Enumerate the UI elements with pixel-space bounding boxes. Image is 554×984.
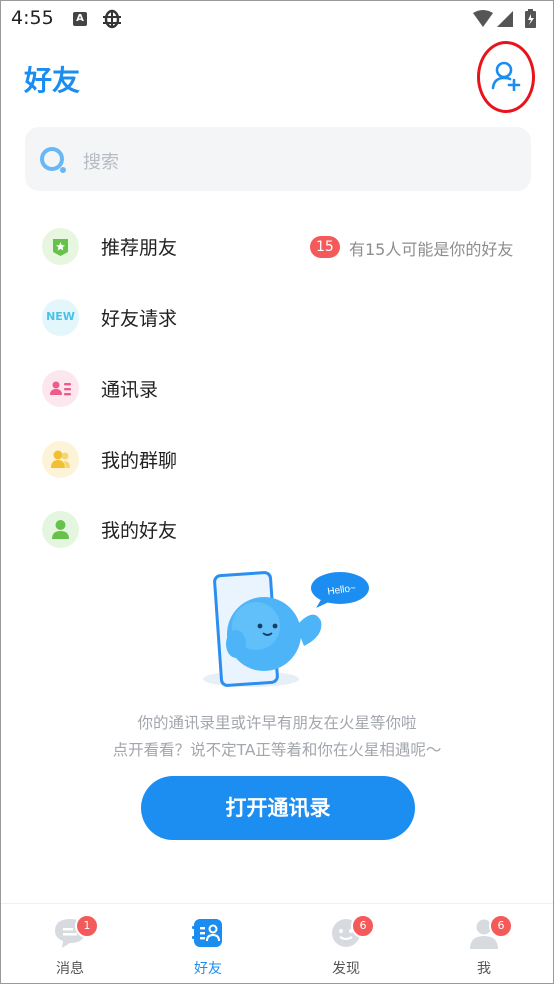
cell-signal-icon	[497, 11, 513, 27]
friends-icon	[192, 919, 222, 947]
menu-item-my-friends[interactable]: 我的好友	[1, 498, 553, 560]
messages-badge: 1	[75, 914, 99, 938]
star-shield-icon	[42, 228, 79, 265]
menu-item-friend-requests[interactable]: NEW 好友请求	[1, 286, 553, 348]
notification-a-icon: A	[73, 12, 87, 26]
highlight-circle	[477, 41, 535, 113]
battery-charging-icon	[525, 9, 536, 28]
menu-item-group-chats[interactable]: 我的群聊	[1, 428, 553, 490]
menu-item-label: 我的好友	[101, 520, 178, 542]
page-header: 好友	[1, 39, 553, 119]
tab-label: 我	[477, 961, 491, 977]
recommend-count-badge: 15	[310, 236, 340, 258]
status-time: 4:55	[11, 7, 54, 29]
contact-card-icon	[42, 370, 79, 407]
search-icon	[40, 147, 66, 173]
tab-me[interactable]: 6 我	[415, 904, 553, 983]
bug-icon	[101, 6, 123, 35]
new-tag-text: NEW	[46, 310, 75, 323]
app-screen: 4:55 A 好友 搜索 推荐朋友 15 有15人可能是你的好友 NEW 好友请…	[0, 0, 554, 984]
person-icon	[42, 511, 79, 548]
search-input[interactable]: 搜索	[25, 127, 531, 191]
group-chat-icon	[42, 441, 79, 478]
tab-label: 好友	[194, 961, 222, 977]
menu-item-label: 好友请求	[101, 308, 178, 330]
tab-label: 消息	[56, 961, 84, 977]
new-tag-icon: NEW	[42, 299, 79, 336]
tab-messages[interactable]: 1 消息	[1, 904, 139, 983]
tab-friends[interactable]: 好友	[139, 904, 277, 983]
status-bar: 4:55 A	[1, 1, 553, 39]
recommend-hint: 有15人可能是你的好友	[349, 240, 514, 259]
tab-discover[interactable]: 6 发现	[277, 904, 415, 983]
tab-label: 发现	[332, 961, 360, 977]
bottom-nav: 1 消息 好友 6 发现 6 我	[1, 903, 553, 983]
discover-badge: 6	[351, 914, 375, 938]
menu-item-label: 通讯录	[101, 379, 159, 401]
menu-item-recommended-friends[interactable]: 推荐朋友 15 有15人可能是你的好友	[1, 215, 553, 277]
menu-item-contacts[interactable]: 通讯录	[1, 357, 553, 419]
status-indicators	[471, 9, 543, 35]
me-badge: 6	[489, 914, 513, 938]
open-contacts-button[interactable]: 打开通讯录	[141, 776, 415, 840]
empty-state-line1: 你的通讯录里或许早有朋友在火星等你啦	[137, 714, 417, 732]
menu-item-label: 推荐朋友	[101, 237, 178, 259]
page-title: 好友	[24, 64, 81, 97]
empty-state-line2: 点开看看？说不定TA正等着和你在火星相遇呢～	[112, 741, 442, 759]
menu-item-label: 我的群聊	[101, 450, 178, 472]
wifi-icon	[473, 10, 493, 27]
search-placeholder: 搜索	[83, 152, 119, 173]
empty-state-illustration: Hello~	[196, 566, 376, 696]
